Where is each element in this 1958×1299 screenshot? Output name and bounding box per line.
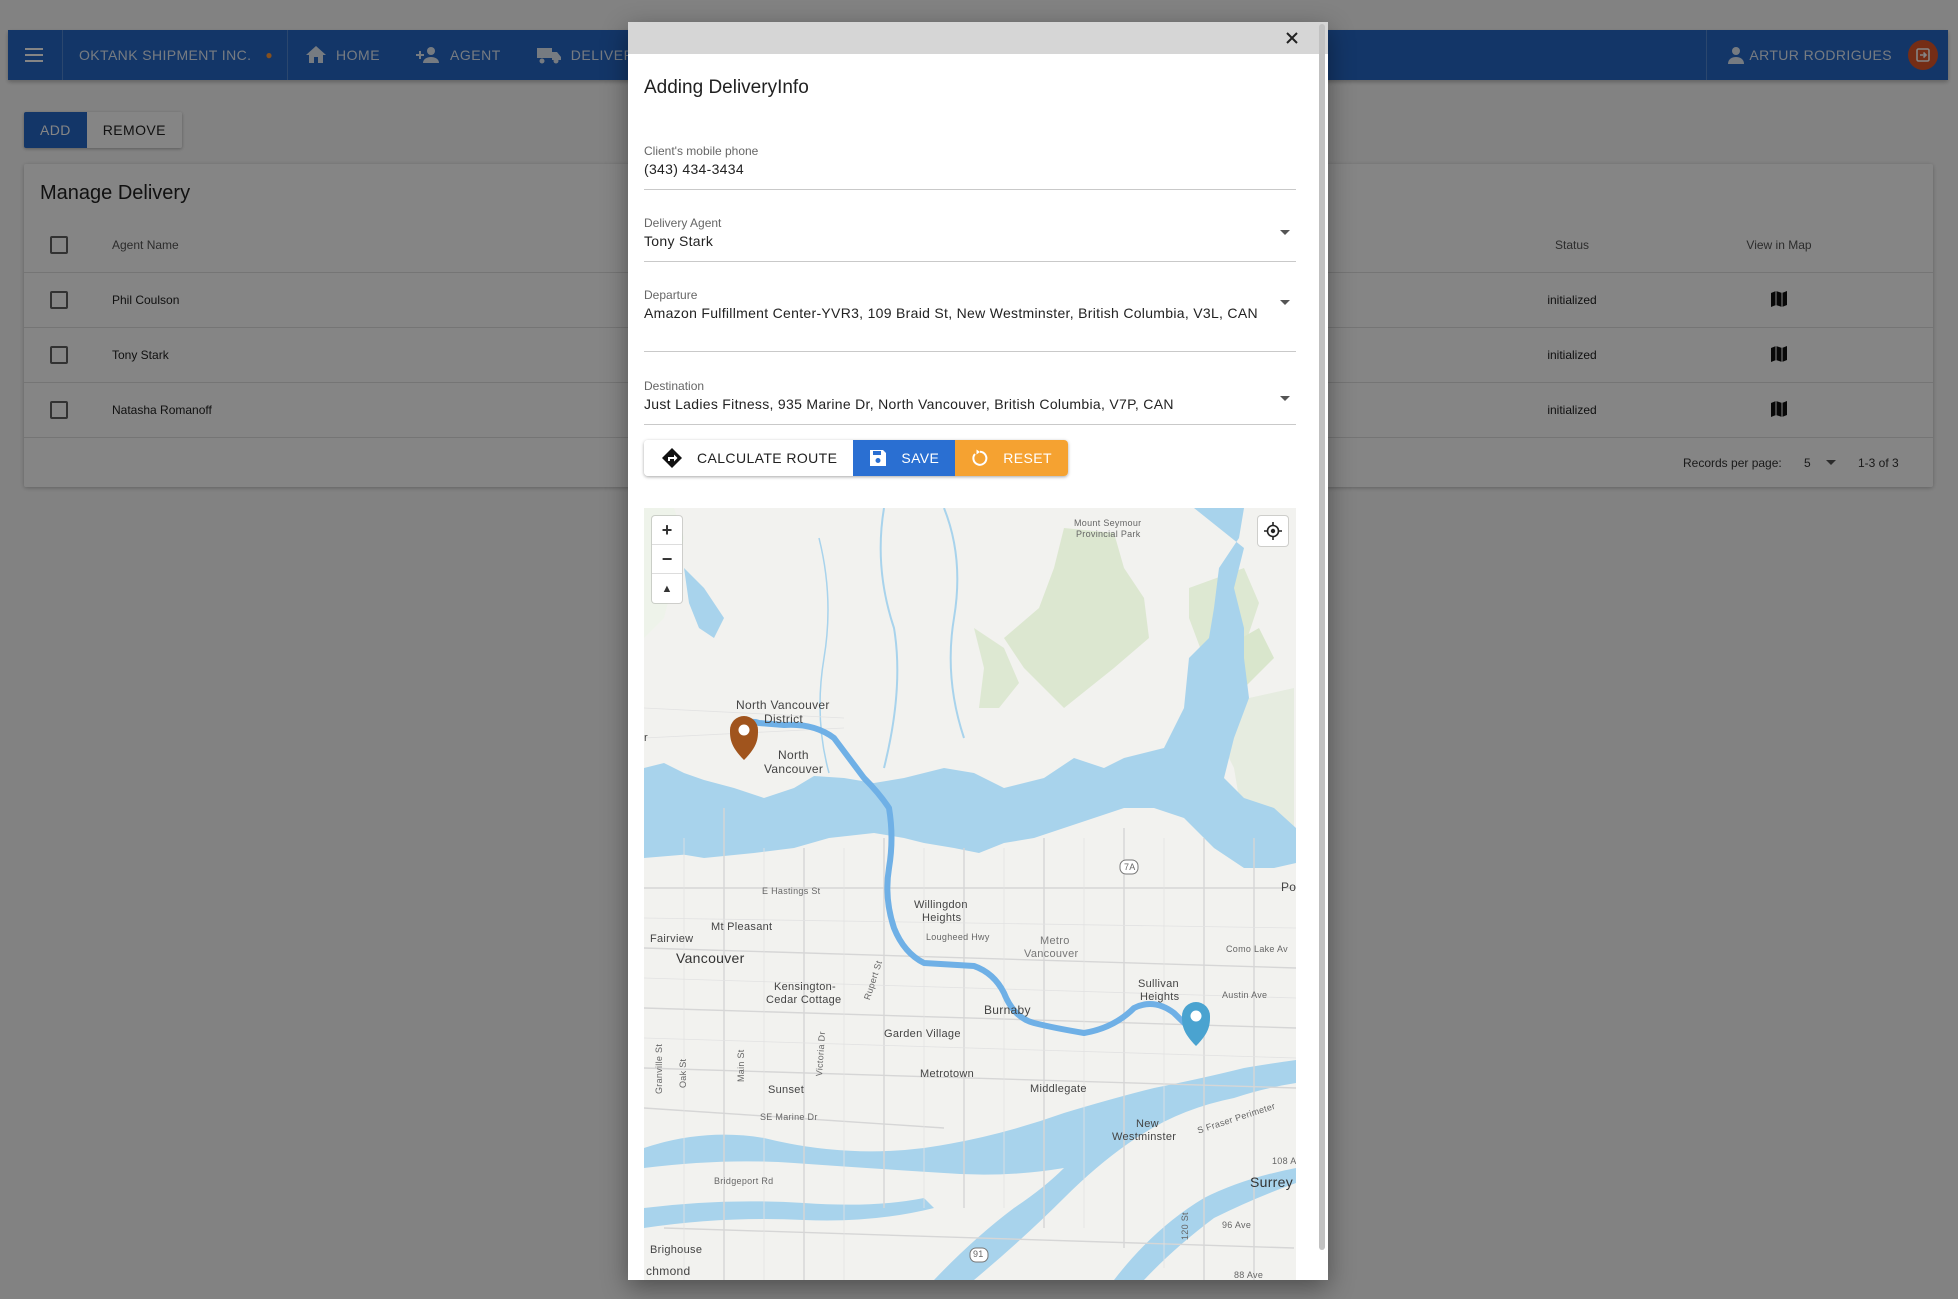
phone-value[interactable]: (343) 434-3434 — [644, 161, 744, 177]
map-label: Provincial Park — [1076, 529, 1141, 539]
map-label: New — [1136, 1118, 1159, 1130]
map-label: North — [778, 748, 809, 762]
save-label: SAVE — [901, 450, 940, 466]
departure-label: Departure — [644, 288, 698, 302]
chevron-down-icon[interactable] — [1280, 300, 1290, 305]
map-label: Lougheed Hwy — [926, 932, 990, 942]
directions-icon — [662, 448, 682, 468]
map-label: Fairview — [650, 933, 694, 945]
delivery-agent-label: Delivery Agent — [644, 216, 722, 230]
map-label: Sullivan — [1138, 978, 1179, 990]
map-label: 7A — [1124, 862, 1136, 872]
map-label: Metrotown — [920, 1068, 975, 1080]
map-label: chmond — [646, 1264, 691, 1278]
route-map[interactable]: + − ▲ Mount Seymour Provincial Park Nort… — [644, 508, 1296, 1280]
destination-select[interactable]: Destination Just Ladies Fitness, 935 Mar… — [644, 379, 1296, 425]
map-label: Cedar Cottage — [766, 994, 842, 1006]
map-label: Heights — [1140, 991, 1180, 1003]
departure-marker[interactable] — [1182, 1002, 1210, 1046]
map-label: SE Marine Dr — [760, 1112, 818, 1122]
map-label: Vancouver — [676, 950, 745, 966]
map-label: 108 A — [1272, 1156, 1296, 1166]
map-label: Kensington- — [774, 981, 837, 993]
dialog-topbar — [628, 22, 1328, 54]
map-label: Middlegate — [1030, 1083, 1087, 1095]
close-icon[interactable] — [1284, 30, 1300, 46]
destination-marker[interactable] — [730, 716, 758, 760]
map-label: Vancouver — [764, 762, 824, 776]
map-label: Surrey — [1250, 1174, 1294, 1190]
map-label: Oak St — [678, 1058, 688, 1088]
map-label: Heights — [922, 912, 962, 924]
map-label: Bridgeport Rd — [714, 1176, 774, 1186]
map-label: r — [644, 732, 648, 744]
map-label: 91 — [973, 1249, 984, 1259]
calculate-route-button[interactable]: CALCULATE ROUTE — [644, 440, 854, 476]
map-label: Garden Village — [884, 1028, 961, 1040]
map-label: Westminster — [1112, 1131, 1177, 1143]
phone-field[interactable]: Client's mobile phone (343) 434-3434 — [644, 144, 1296, 190]
map-label: E Hastings St — [762, 886, 821, 896]
map-label: Vancouver — [1024, 948, 1079, 960]
map-label: Burnaby — [984, 1003, 1031, 1017]
map-label: Main St — [736, 1049, 746, 1082]
zoom-out-button[interactable]: − — [652, 545, 682, 574]
dialog-title: Adding DeliveryInfo — [644, 77, 809, 98]
reset-icon — [972, 449, 988, 466]
compass-button[interactable]: ▲ — [652, 574, 682, 603]
phone-label: Client's mobile phone — [644, 144, 759, 158]
map-label: Como Lake Av — [1226, 944, 1288, 954]
departure-select[interactable]: Departure Amazon Fulfillment Center-YVR3… — [644, 288, 1296, 352]
locate-button[interactable] — [1258, 516, 1288, 546]
map-label: 96 Ave — [1222, 1220, 1252, 1230]
map-label: Mt Pleasant — [711, 921, 773, 933]
scrollbar[interactable] — [1319, 24, 1325, 1250]
zoom-in-button[interactable]: + — [652, 516, 682, 545]
crosshair-icon — [1264, 522, 1282, 540]
map-label: Metro — [1040, 935, 1070, 947]
reset-button[interactable]: RESET — [955, 440, 1068, 476]
map-label: Po — [1281, 880, 1296, 894]
zoom-controls: + − ▲ — [652, 516, 682, 603]
route-actions: CALCULATE ROUTE SAVE RESET — [644, 440, 1068, 476]
reset-label: RESET — [1003, 450, 1052, 466]
map-label: Mount Seymour — [1074, 518, 1142, 528]
map-label: Sunset — [768, 1084, 805, 1096]
delivery-agent-select[interactable]: Delivery Agent Tony Stark — [644, 216, 1296, 262]
map-label: Granville St — [654, 1043, 664, 1094]
delivery-agent-value[interactable]: Tony Stark — [644, 233, 713, 249]
add-delivery-dialog: Adding DeliveryInfo Client's mobile phon… — [628, 22, 1328, 1280]
save-button[interactable]: SAVE — [853, 440, 956, 476]
save-icon — [870, 450, 887, 466]
destination-value[interactable]: Just Ladies Fitness, 935 Marine Dr, Nort… — [644, 396, 1174, 412]
destination-label: Destination — [644, 379, 705, 393]
map-label: Austin Ave — [1222, 990, 1268, 1000]
map-label: 88 Ave — [1234, 1270, 1264, 1280]
map-label: North Vancouver — [736, 698, 830, 712]
map-canvas[interactable] — [644, 508, 1296, 1280]
map-label: 120 St — [1180, 1212, 1190, 1240]
map-label: Brighouse — [650, 1244, 703, 1256]
chevron-down-icon[interactable] — [1280, 396, 1290, 401]
departure-value[interactable]: Amazon Fulfillment Center-YVR3, 109 Brai… — [644, 305, 1258, 321]
map-label: District — [764, 712, 804, 726]
chevron-down-icon[interactable] — [1280, 230, 1290, 235]
calculate-route-label: CALCULATE ROUTE — [697, 450, 838, 466]
map-label: Willingdon — [914, 899, 968, 911]
